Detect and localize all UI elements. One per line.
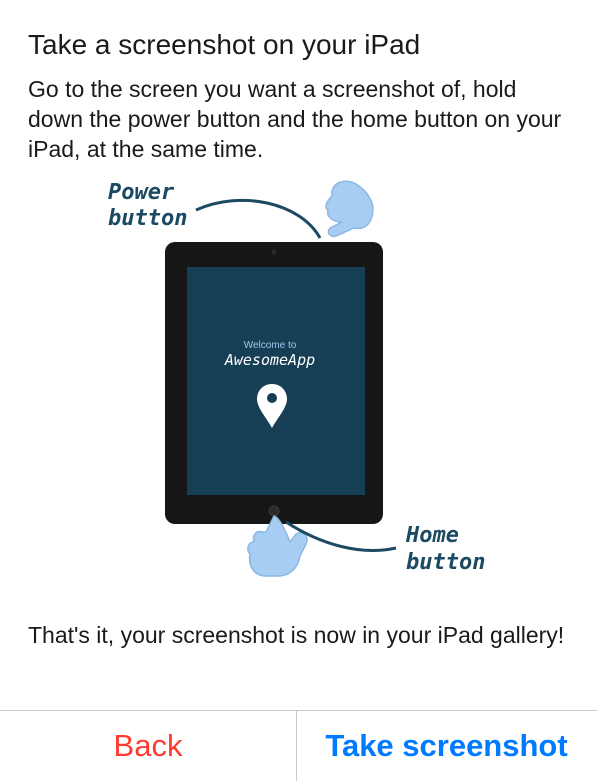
screen-app-name: AwesomeApp [224, 351, 315, 369]
power-hand-icon [325, 180, 374, 238]
ipad-camera [271, 249, 277, 255]
ipad-illustration: Power button Welcome to AwesomeApp Home … [108, 180, 485, 577]
power-button-label-line2: button [108, 206, 187, 231]
power-arrow [195, 198, 322, 239]
screen-welcome-text: Welcome to [244, 340, 297, 351]
dialog-title: Take a screenshot on your iPad [28, 29, 421, 60]
home-button-label-line2: button [406, 550, 485, 575]
power-button-label-line1: Power [108, 180, 175, 205]
instructions-text: Go to the screen you want a screenshot o… [28, 76, 562, 162]
home-button-label-line1: Home [405, 523, 459, 548]
footer-text: That's it, your screenshot is now in you… [28, 622, 565, 648]
take-screenshot-button[interactable]: Take screenshot [297, 711, 596, 781]
back-button[interactable]: Back [0, 711, 297, 781]
ipad-home-button [268, 505, 280, 517]
screenshot-dialog: Take a screenshot on your iPad Go to the… [0, 0, 597, 781]
dialog-button-bar: Back Take screenshot [0, 710, 597, 781]
home-hand-icon [247, 515, 308, 577]
ipad-screen [187, 267, 365, 495]
